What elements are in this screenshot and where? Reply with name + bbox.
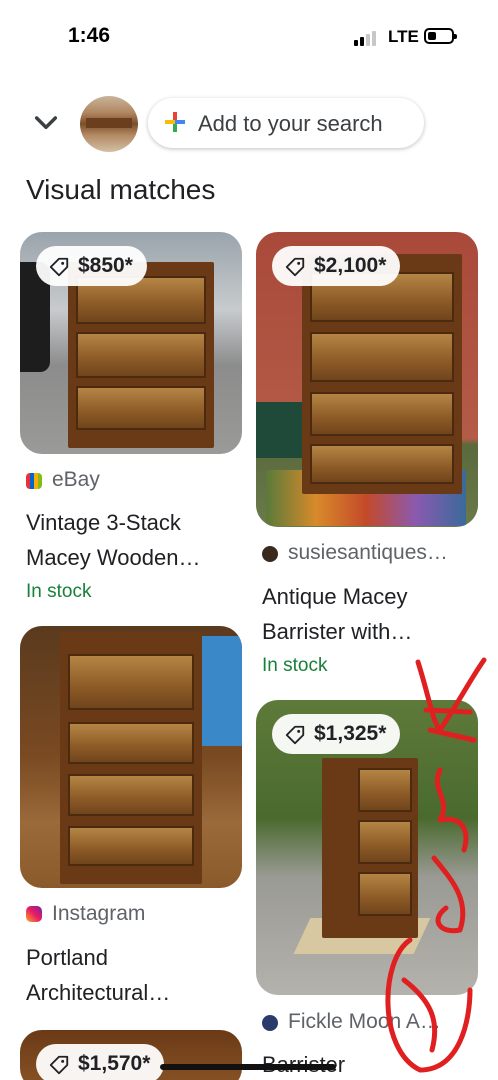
chevron-down-icon[interactable]: [30, 106, 62, 138]
search-row: Add to your search: [0, 94, 498, 154]
price-tag-icon: [49, 257, 69, 277]
result-card[interactable]: $1,325* Fickle Moon A… Barrister: [256, 700, 478, 1080]
result-title[interactable]: Vintage 3-Stack Macey Wooden…: [26, 505, 246, 575]
price-badge: $1,570*: [36, 1044, 165, 1080]
price-label: $1,570*: [78, 1052, 151, 1075]
cabinet-shape: [302, 254, 462, 494]
result-card[interactable]: Instagram Portland Architectural…: [20, 626, 242, 1016]
stock-status: In stock: [262, 655, 328, 676]
signal-icon: [354, 30, 380, 46]
window-shape: [200, 636, 242, 746]
result-image[interactable]: $1,570*: [20, 1030, 242, 1080]
result-source: Fickle Moon A…: [288, 1010, 441, 1033]
price-badge: $1,325*: [272, 714, 401, 754]
network-label: LTE: [388, 27, 419, 46]
price-tag-icon: [285, 725, 305, 745]
instagram-logo-icon: [26, 906, 42, 922]
battery-level: [428, 32, 436, 40]
status-bar: 1:46 LTE: [0, 0, 498, 70]
stock-status: In stock: [26, 581, 92, 602]
search-image-thumbnail[interactable]: [80, 96, 138, 152]
price-badge: $2,100*: [272, 246, 401, 286]
price-badge: $850*: [36, 246, 147, 286]
cabinet-shape: [322, 758, 418, 938]
price-tag-icon: [285, 257, 305, 277]
status-time: 1:46: [68, 24, 111, 47]
result-source: Instagram: [52, 902, 146, 925]
price-tag-icon: [49, 1055, 69, 1075]
result-image[interactable]: $2,100*: [256, 232, 478, 527]
price-label: $850*: [78, 254, 133, 277]
result-image[interactable]: [20, 626, 242, 888]
add-to-search-button[interactable]: Add to your search: [148, 98, 424, 148]
cabinet-shape: [68, 262, 214, 448]
result-source: eBay: [52, 468, 100, 491]
result-card[interactable]: $2,100* susiesantiques… Antique Macey Ba…: [256, 232, 478, 682]
result-title[interactable]: Portland Architectural…: [26, 940, 246, 1010]
susiesantiques-logo-icon: [262, 546, 278, 562]
home-indicator[interactable]: [160, 1064, 336, 1070]
result-card[interactable]: $850* eBay Vintage 3-Stack Macey Wooden……: [20, 232, 242, 612]
fickle-moon-logo-icon: [262, 1015, 278, 1031]
add-to-search-label: Add to your search: [198, 111, 383, 136]
result-image[interactable]: $850*: [20, 232, 242, 454]
result-source: susiesantiques…: [288, 541, 448, 564]
price-label: $2,100*: [314, 254, 387, 277]
result-card[interactable]: $1,570*: [20, 1030, 242, 1080]
price-label: $1,325*: [314, 722, 387, 745]
result-image[interactable]: $1,325*: [256, 700, 478, 995]
section-title: Visual matches: [26, 174, 216, 205]
ebay-logo-icon: [26, 473, 42, 489]
battery-icon: [424, 28, 457, 44]
plus-icon: [165, 112, 185, 132]
result-title[interactable]: Antique Macey Barrister with…: [262, 579, 482, 649]
wall-box-shape: [256, 402, 306, 458]
cabinet-shape: [60, 632, 202, 884]
